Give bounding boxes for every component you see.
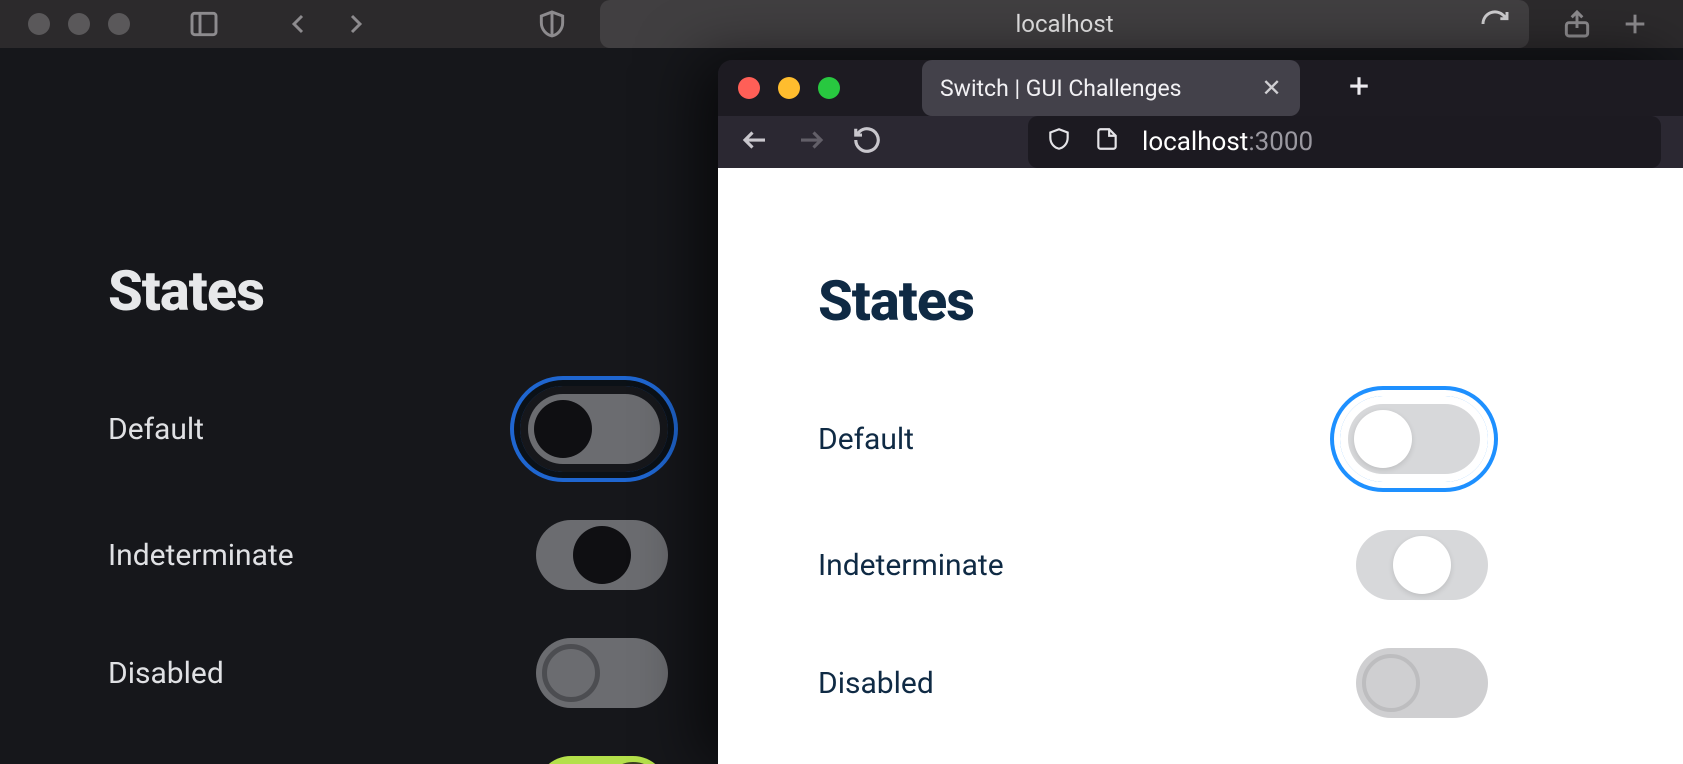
forward-icon[interactable] [336,4,376,44]
switch-disabled-light [1356,648,1488,718]
sidebar-icon[interactable] [184,4,224,44]
firefox-page-content: States Default Indeterminate Disabled [718,168,1683,764]
close-tab-icon[interactable]: ✕ [1262,74,1282,102]
state-label: Disabled [818,666,934,701]
switch-thumb [573,526,631,584]
forward-icon [796,125,826,159]
traffic-minimize[interactable] [778,77,800,99]
switch-default-dark[interactable] [520,386,668,472]
page-heading-light: States [818,268,1683,334]
firefox-window: Switch | GUI Challenges ✕ localhost:3000 [718,60,1683,764]
state-label: Default [818,422,914,457]
firefox-traffic-lights [738,77,840,99]
page-icon [1094,126,1120,159]
new-tab-icon[interactable] [1344,71,1374,105]
firefox-address-bar[interactable]: localhost:3000 [1028,116,1661,168]
state-row-default-light: Default [818,396,1488,482]
switch-thumb [1362,654,1420,712]
state-row-disabled-dark: Disabled [108,638,668,708]
switch-checked-dark[interactable] [536,756,668,764]
safari-traffic-lights [28,13,130,35]
traffic-close[interactable] [28,13,50,35]
safari-address-bar[interactable]: localhost [600,0,1529,48]
state-row-partial-dark [108,756,668,764]
switch-indeterminate-light[interactable] [1356,530,1488,600]
switch-thumb [1393,536,1451,594]
state-label: Indeterminate [108,538,294,573]
back-icon[interactable] [740,125,770,159]
address-port: :3000 [1248,127,1313,157]
firefox-tab-bar: Switch | GUI Challenges ✕ [718,60,1683,116]
state-label: Default [108,412,204,447]
switch-indeterminate-dark[interactable] [536,520,668,590]
switch-disabled-dark [536,638,668,708]
state-row-default-dark: Default [108,386,668,472]
reload-icon[interactable] [852,125,882,159]
new-tab-icon[interactable] [1615,4,1655,44]
state-row-indeterminate-dark: Indeterminate [108,520,668,590]
browser-tab[interactable]: Switch | GUI Challenges ✕ [922,60,1300,116]
safari-address-text: localhost [1015,10,1113,38]
state-row-disabled-light: Disabled [818,648,1488,718]
switch-thumb [542,644,600,702]
state-row-indeterminate-light: Indeterminate [818,530,1488,600]
shield-icon[interactable] [532,4,572,44]
back-icon[interactable] [278,4,318,44]
switch-thumb [1354,410,1412,468]
state-label: Disabled [108,656,224,691]
reload-icon[interactable] [1475,4,1515,44]
traffic-zoom[interactable] [108,13,130,35]
traffic-zoom[interactable] [818,77,840,99]
traffic-minimize[interactable] [68,13,90,35]
safari-toolbar: localhost [0,0,1683,48]
tab-title: Switch | GUI Challenges [940,75,1182,102]
switch-thumb [534,400,592,458]
shield-icon[interactable] [1046,126,1072,159]
switch-default-light[interactable] [1340,396,1488,482]
traffic-close[interactable] [738,77,760,99]
share-icon[interactable] [1557,4,1597,44]
state-label: Indeterminate [818,548,1004,583]
firefox-toolbar: localhost:3000 [718,116,1683,168]
switch-track [536,756,668,764]
address-host: localhost [1142,127,1248,157]
